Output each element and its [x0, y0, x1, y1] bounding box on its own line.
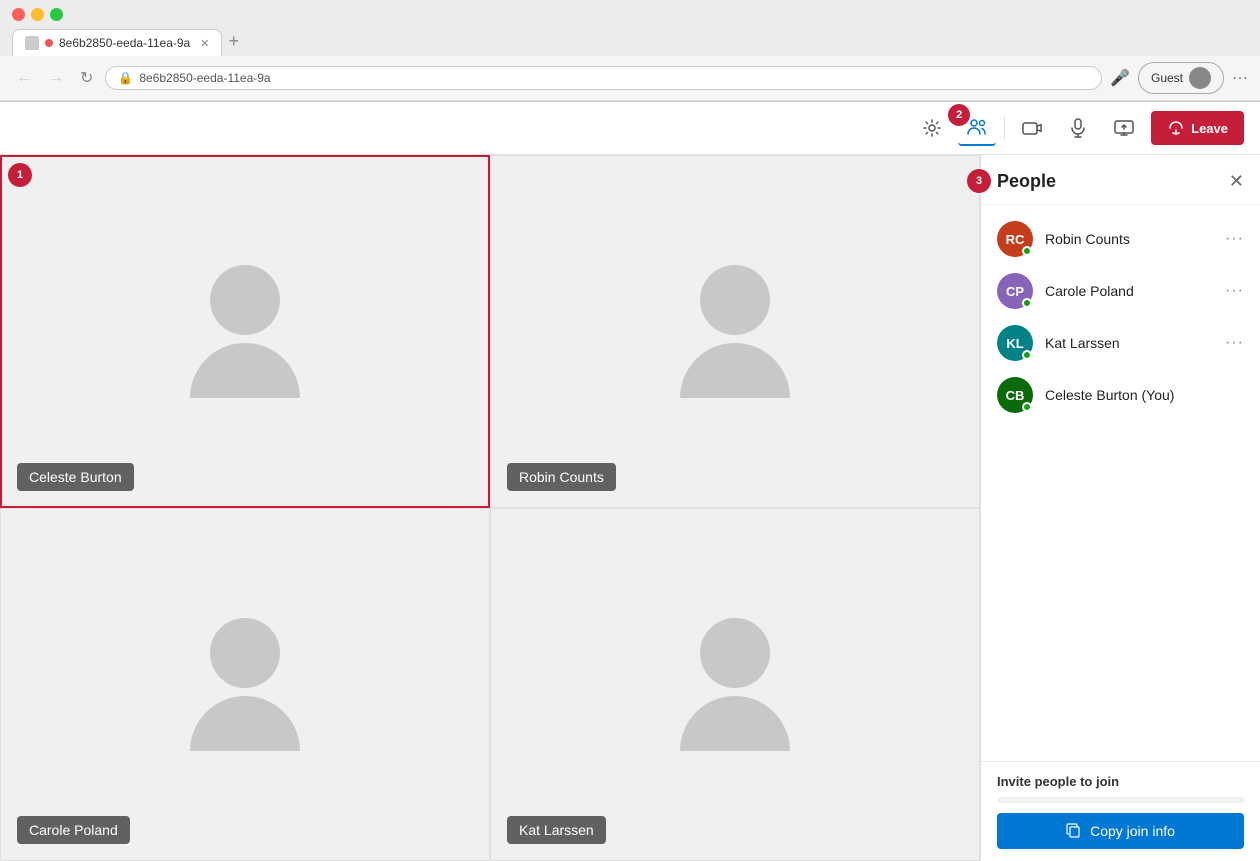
person-avatar-carole: CP: [997, 273, 1033, 309]
avatar-body: [190, 696, 300, 751]
url-bar[interactable]: 🔒 8e6b2850-eeda-11ea-9a: [105, 66, 1102, 90]
camera-button[interactable]: [1013, 111, 1051, 145]
person-name-kat: Kat Larssen: [1045, 335, 1225, 351]
person-item-carole[interactable]: CP Carole Poland ···: [981, 265, 1260, 317]
forward-button[interactable]: →: [44, 67, 68, 89]
content-area: 1 Celeste Burton Robin Counts: [0, 155, 1260, 861]
close-dot[interactable]: [12, 8, 25, 21]
leave-label: Leave: [1191, 121, 1228, 136]
person-initials: RC: [1006, 232, 1025, 247]
badge-1: 1: [8, 163, 32, 187]
person-avatar-kat: KL: [997, 325, 1033, 361]
app-container: 2: [0, 102, 1260, 861]
browser-chrome: 8e6b2850-eeda-11ea-9a ✕ + ← → ↻ 🔒 8e6b28…: [0, 0, 1260, 102]
badge-2: 2: [948, 104, 970, 126]
person-name-carole: Carole Poland: [1045, 283, 1225, 299]
invite-title: Invite people to join: [997, 774, 1244, 789]
browser-dots: [12, 8, 63, 21]
toolbar-separator: [1004, 116, 1005, 140]
person-initials: KL: [1006, 336, 1023, 351]
avatar-head: [210, 618, 280, 688]
person-name-celeste: Celeste Burton (You): [1045, 387, 1244, 403]
video-grid: 1 Celeste Burton Robin Counts: [0, 155, 980, 861]
person-name-robin: Robin Counts: [1045, 231, 1225, 247]
refresh-button[interactable]: ↻: [76, 66, 97, 90]
new-tab-button[interactable]: +: [228, 31, 239, 52]
guest-profile-button[interactable]: Guest: [1138, 62, 1224, 94]
browser-toolbar: ← → ↻ 🔒 8e6b2850-eeda-11ea-9a 🎤 Guest ⋯: [0, 56, 1260, 101]
url-text: 8e6b2850-eeda-11ea-9a: [139, 71, 270, 85]
browser-actions: 🎤 Guest ⋯: [1110, 62, 1248, 94]
people-list: RC Robin Counts ··· CP Carole Poland ···: [981, 205, 1260, 761]
person-more-carole[interactable]: ···: [1225, 282, 1244, 300]
tab-title: 8e6b2850-eeda-11ea-9a: [59, 36, 190, 50]
settings-button[interactable]: [914, 112, 950, 144]
avatar-head: [700, 618, 770, 688]
avatar-body: [190, 343, 300, 398]
avatar-head: [210, 265, 280, 335]
person-item-celeste[interactable]: CB Celeste Burton (You): [981, 369, 1260, 421]
maximize-dot[interactable]: [50, 8, 63, 21]
avatar-head: [700, 265, 770, 335]
invite-bar: [997, 797, 1244, 803]
microphone-button[interactable]: [1059, 111, 1097, 145]
app-toolbar: 2: [0, 102, 1260, 155]
copy-join-info-button[interactable]: Copy join info: [997, 813, 1244, 849]
person-more-robin[interactable]: ···: [1225, 230, 1244, 248]
avatar-robin: [680, 265, 790, 398]
online-dot: [1022, 402, 1032, 412]
person-avatar-celeste: CB: [997, 377, 1033, 413]
video-cell-robin: Robin Counts: [490, 155, 980, 508]
panel-close-button[interactable]: ✕: [1229, 171, 1244, 192]
microphone-icon[interactable]: 🎤: [1110, 68, 1130, 88]
avatar-body: [680, 696, 790, 751]
name-label-kat: Kat Larssen: [507, 816, 606, 844]
lock-icon: 🔒: [118, 71, 133, 85]
person-item-kat[interactable]: KL Kat Larssen ···: [981, 317, 1260, 369]
settings-button-wrapper: [914, 112, 950, 144]
person-item-robin[interactable]: RC Robin Counts ···: [981, 213, 1260, 265]
back-button[interactable]: ←: [12, 67, 36, 89]
panel-header: 3 People ✕: [981, 155, 1260, 205]
person-more-kat[interactable]: ···: [1225, 334, 1244, 352]
tab-icon: [25, 36, 39, 50]
person-initials: CB: [1006, 388, 1025, 403]
people-button-wrapper: 2: [958, 110, 996, 146]
browser-more-button[interactable]: ⋯: [1232, 68, 1248, 88]
avatar-body: [680, 343, 790, 398]
avatar-celeste: [190, 265, 300, 398]
name-label-celeste: Celeste Burton: [17, 463, 134, 491]
online-dot: [1022, 350, 1032, 360]
tab-status-dot: [45, 39, 53, 47]
person-avatar-robin: RC: [997, 221, 1033, 257]
copy-join-info-label: Copy join info: [1090, 823, 1175, 839]
video-cell-celeste: Celeste Burton: [0, 155, 490, 508]
avatar-kat: [680, 618, 790, 751]
avatar-carole: [190, 618, 300, 751]
panel-title: People: [997, 171, 1056, 192]
tab-close-button[interactable]: ✕: [200, 37, 209, 50]
video-cell-kat: Kat Larssen: [490, 508, 980, 861]
name-label-robin: Robin Counts: [507, 463, 616, 491]
guest-label: Guest: [1151, 71, 1183, 85]
person-initials: CP: [1006, 284, 1024, 299]
video-cell-carole: Carole Poland: [0, 508, 490, 861]
name-label-carole: Carole Poland: [17, 816, 130, 844]
share-screen-button[interactable]: [1105, 111, 1143, 145]
guest-avatar: [1189, 67, 1211, 89]
badge-3: 3: [967, 169, 991, 193]
people-panel: 3 People ✕ RC Robin Counts ··· CP: [980, 155, 1260, 861]
online-dot: [1022, 246, 1032, 256]
invite-section: Invite people to join Copy join info: [981, 761, 1260, 861]
online-dot: [1022, 298, 1032, 308]
minimize-dot[interactable]: [31, 8, 44, 21]
leave-button[interactable]: Leave: [1151, 111, 1244, 145]
browser-tab[interactable]: 8e6b2850-eeda-11ea-9a ✕: [12, 29, 222, 56]
